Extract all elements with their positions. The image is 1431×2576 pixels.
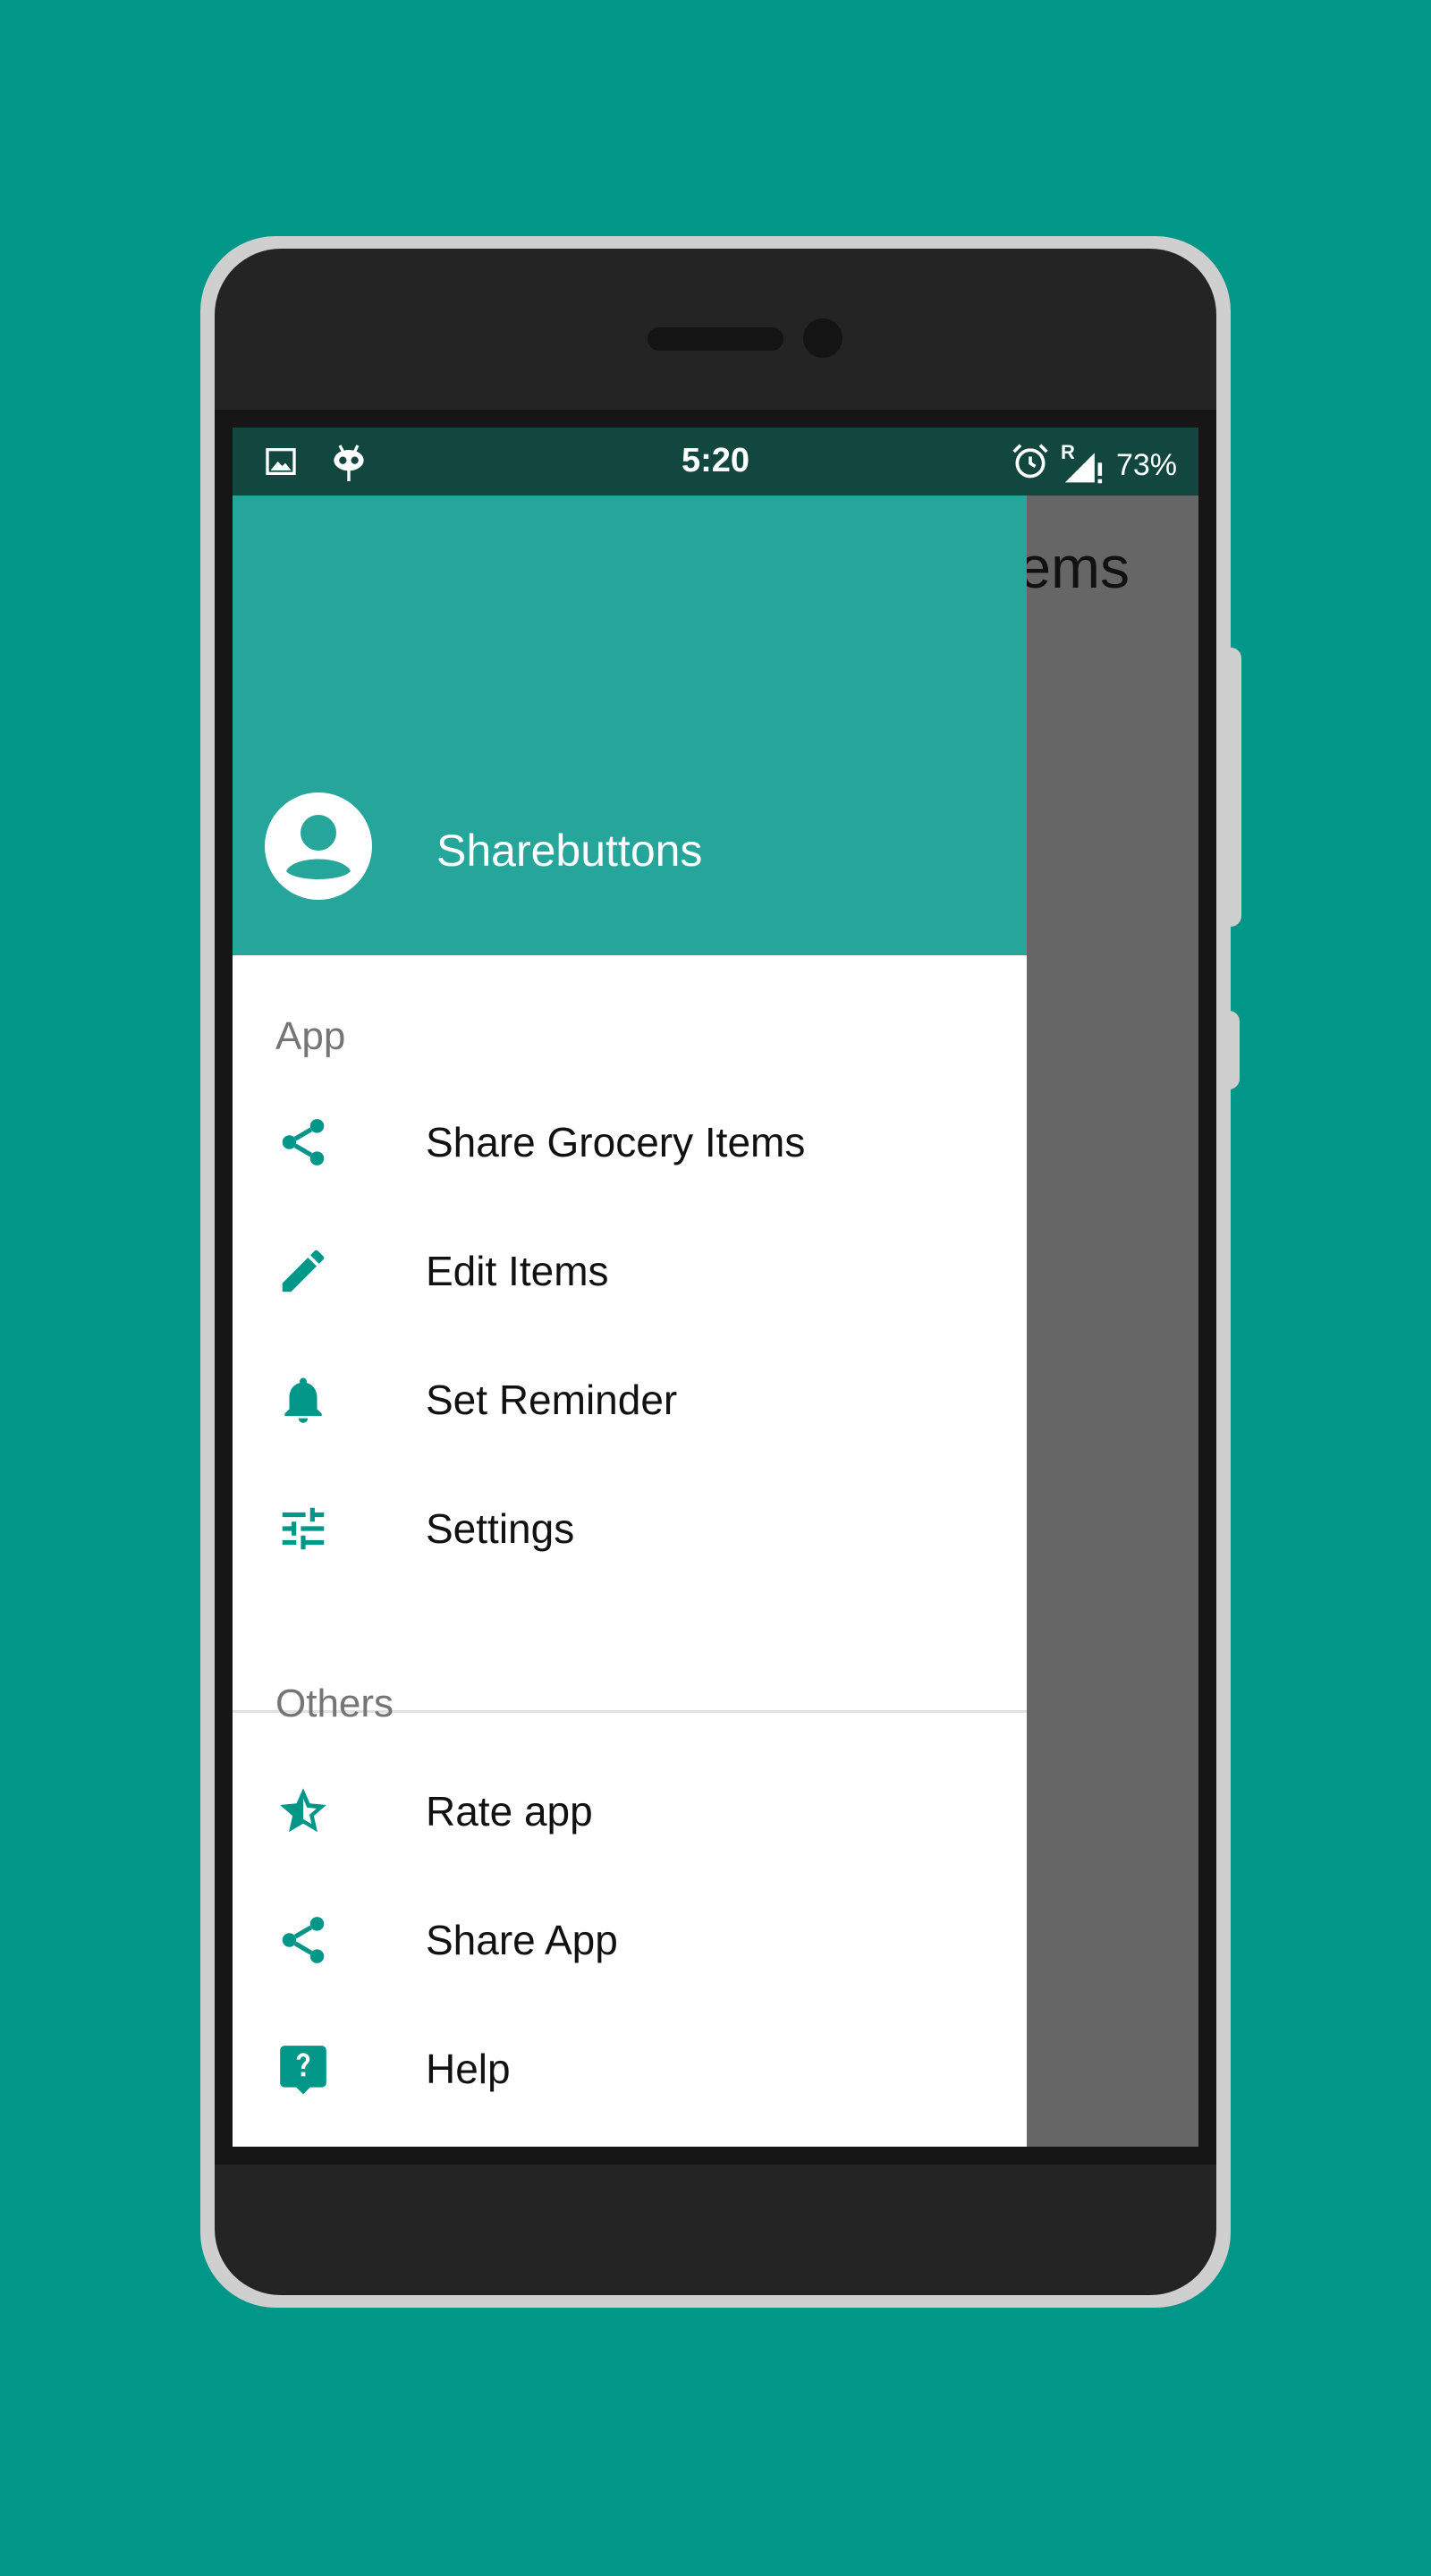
menu-item-share-grocery-items[interactable]: Share Grocery Items	[233, 1079, 1027, 1204]
menu-item-set-reminder[interactable]: Set Reminder	[233, 1336, 1027, 1462]
menu-item-label: Rate app	[426, 1788, 593, 1835]
section-title-others: Others	[275, 1682, 394, 1725]
menu-item-rate-app[interactable]: Rate app	[233, 1748, 1027, 1873]
section-title-app: App	[275, 1014, 346, 1058]
tune-icon	[275, 1501, 331, 1556]
menu-item-settings[interactable]: Settings	[233, 1465, 1027, 1590]
pencil-icon	[275, 1243, 331, 1299]
phone-speaker	[648, 327, 783, 351]
alarm-icon	[1011, 442, 1050, 489]
avatar-icon[interactable]	[265, 792, 372, 900]
bell-icon	[275, 1372, 331, 1428]
share-icon	[275, 1912, 331, 1968]
account-name: Sharebuttons	[436, 826, 703, 876]
menu-item-help[interactable]: Help	[233, 2005, 1027, 2131]
power-button	[1229, 648, 1241, 927]
share-icon	[275, 1114, 331, 1170]
phone-camera	[803, 318, 843, 358]
star-icon	[275, 1784, 331, 1839]
drawer-header: Sharebuttons	[233, 496, 1027, 955]
menu-item-label: Help	[426, 2046, 511, 2092]
menu-item-label: Share Grocery Items	[426, 1119, 806, 1165]
volume-button	[1229, 1011, 1240, 1089]
help-icon	[275, 2041, 331, 2097]
battery-percent: 73%	[1115, 448, 1177, 482]
menu-item-label: Settings	[426, 1505, 575, 1552]
menu-item-label: Share App	[426, 1917, 618, 1963]
menu-item-share-app[interactable]: Share App	[233, 1877, 1027, 2002]
menu-item-label: Set Reminder	[426, 1377, 678, 1423]
signal-icon: R	[1061, 441, 1105, 486]
status-bar: 5:20 R 73%	[233, 428, 1198, 496]
menu-item-edit-items[interactable]: Edit Items	[233, 1208, 1027, 1333]
navigation-drawer: Sharebuttons App Share Grocery Items Edi…	[233, 496, 1027, 2147]
menu-item-label: Edit Items	[426, 1248, 609, 1294]
phone-screen: tems 5:20 R 73% Sharebuttons App Share G…	[233, 428, 1198, 2147]
